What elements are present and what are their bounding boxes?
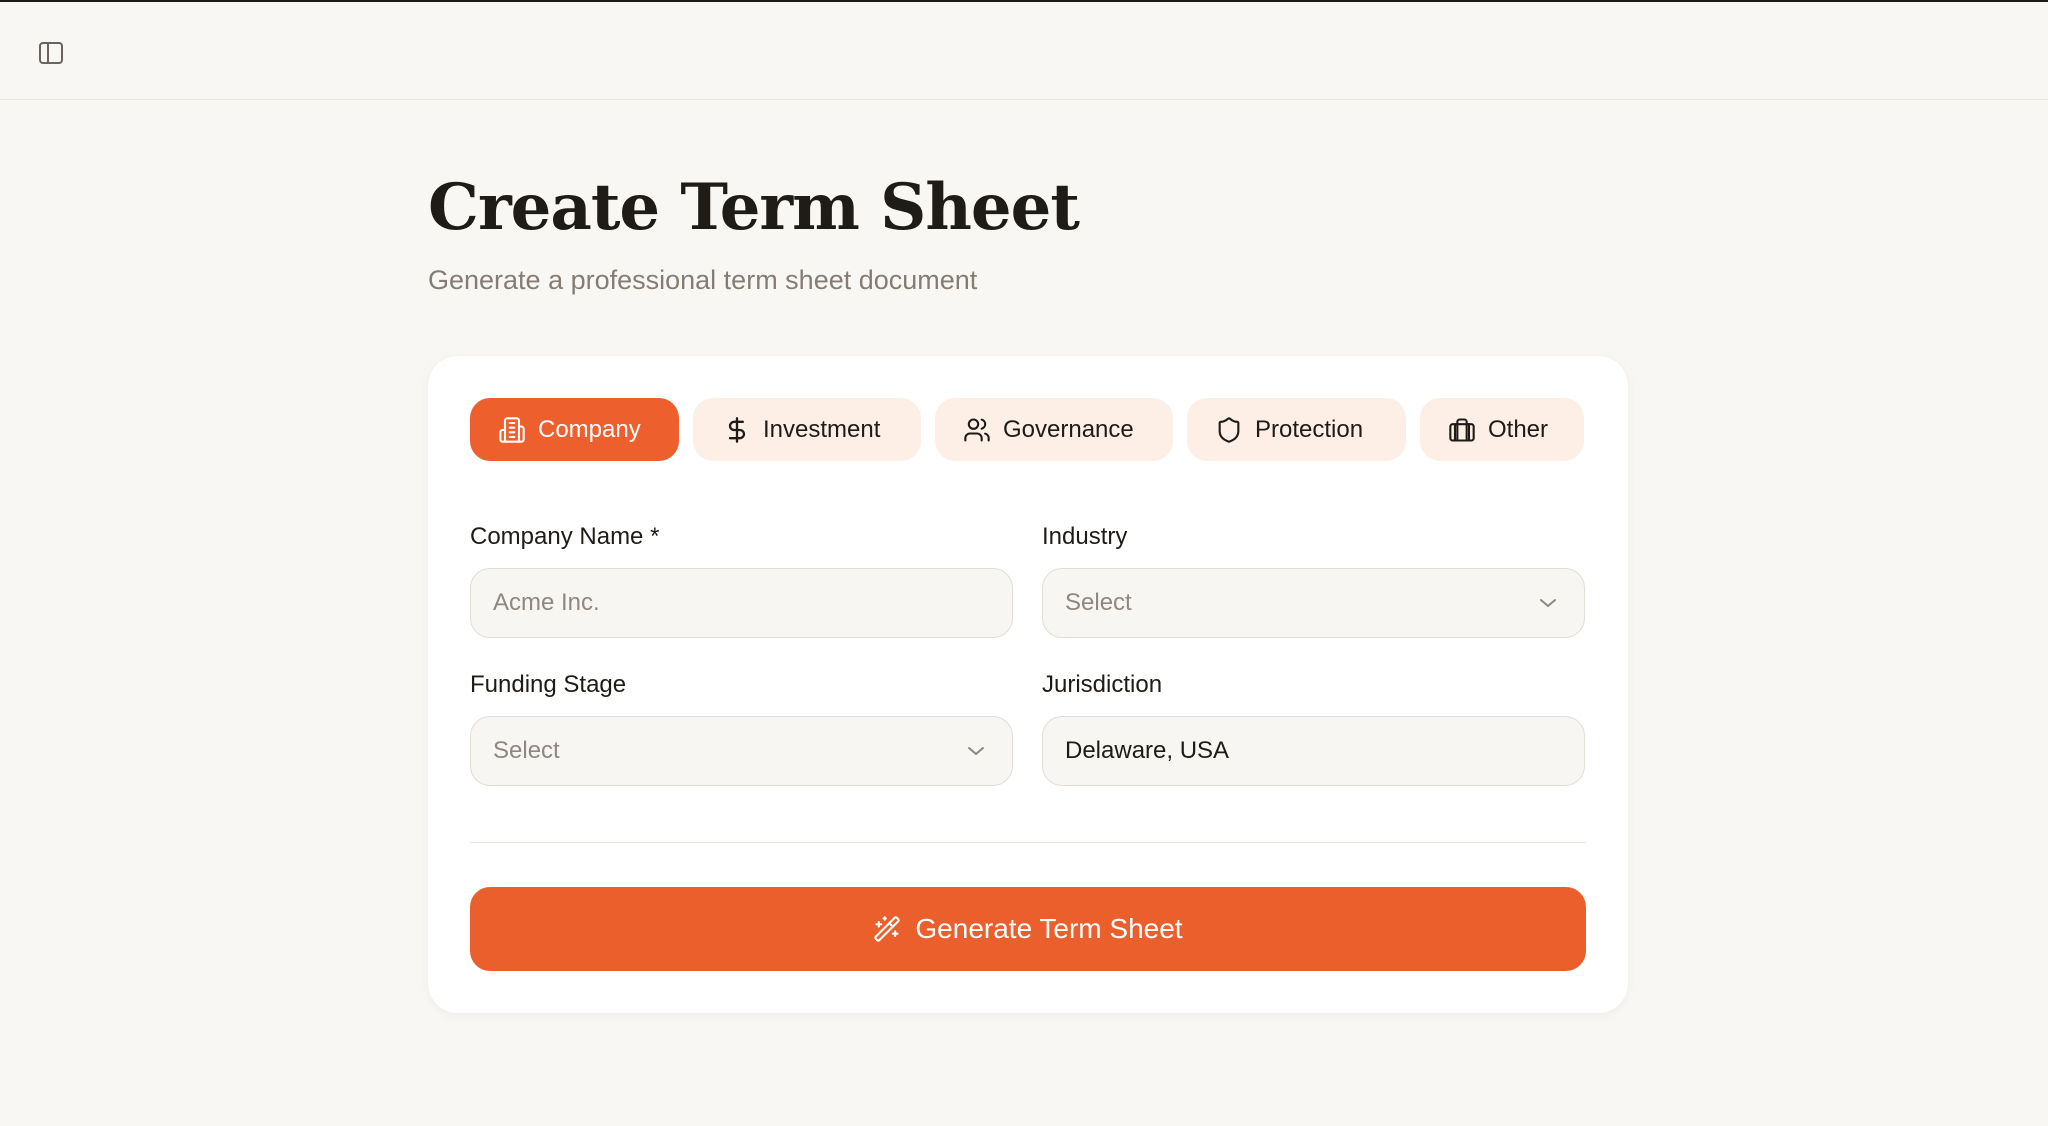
company-name-field xyxy=(470,568,1013,638)
generate-term-sheet-label: Generate Term Sheet xyxy=(915,913,1183,944)
industry-select-value: Select xyxy=(1065,589,1132,616)
industry-select[interactable]: Select xyxy=(1042,568,1585,638)
tab-other-label: Other xyxy=(1488,415,1549,443)
tab-company-label: Company xyxy=(538,415,641,443)
building-icon xyxy=(498,416,526,444)
funding-stage-select-value: Select xyxy=(493,737,560,764)
funding-stage-select[interactable]: Select xyxy=(470,716,1013,786)
page-title: Create Term Sheet xyxy=(428,170,1080,245)
briefcase-icon xyxy=(1448,416,1476,444)
divider xyxy=(470,842,1586,843)
company-name-input[interactable] xyxy=(493,589,973,617)
chevron-down-icon xyxy=(1538,596,1558,610)
tab-company[interactable]: Company xyxy=(470,398,679,461)
dollar-icon xyxy=(723,416,751,444)
company-name-label: Company Name * xyxy=(470,523,660,550)
magic-wand-icon xyxy=(873,915,901,943)
tab-investment-label: Investment xyxy=(763,415,881,443)
tab-protection-label: Protection xyxy=(1255,415,1364,443)
section-tabs: Company Investment Governance Protection… xyxy=(470,398,1584,461)
sidebar-panel-icon xyxy=(38,41,64,65)
industry-label: Industry xyxy=(1042,523,1128,550)
shield-icon xyxy=(1215,416,1243,444)
term-sheet-form-card: Company Investment Governance Protection… xyxy=(428,356,1628,1013)
jurisdiction-field xyxy=(1042,716,1585,786)
tab-other[interactable]: Other xyxy=(1420,398,1584,461)
tab-governance-label: Governance xyxy=(1003,415,1134,443)
tab-governance[interactable]: Governance xyxy=(935,398,1173,461)
top-bar xyxy=(0,2,2048,100)
tab-protection[interactable]: Protection xyxy=(1187,398,1406,461)
jurisdiction-label: Jurisdiction xyxy=(1042,671,1163,698)
chevron-down-icon xyxy=(966,744,986,758)
users-icon xyxy=(963,416,991,444)
generate-term-sheet-button[interactable]: Generate Term Sheet xyxy=(470,887,1586,971)
page-subtitle: Generate a professional term sheet docum… xyxy=(428,265,978,295)
sidebar-toggle-button[interactable] xyxy=(36,38,66,68)
jurisdiction-input[interactable] xyxy=(1065,737,1545,765)
tab-investment[interactable]: Investment xyxy=(693,398,921,461)
funding-stage-label: Funding Stage xyxy=(470,671,627,698)
